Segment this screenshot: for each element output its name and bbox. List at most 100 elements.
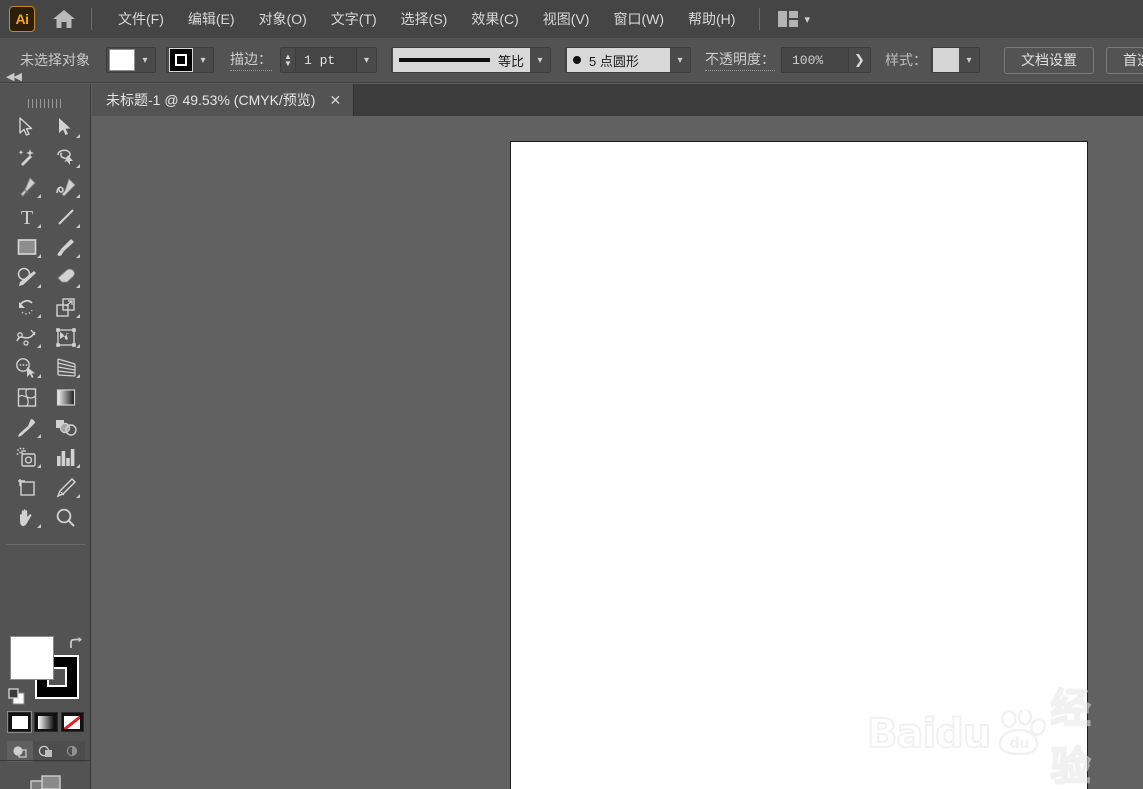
draw-normal-button[interactable] <box>7 741 33 762</box>
menu-object[interactable]: 对象(O) <box>247 0 319 38</box>
paint-mode-row <box>6 711 84 733</box>
magic-wand-tool[interactable] <box>7 142 46 172</box>
line-segment-tool[interactable] <box>46 202 85 232</box>
stroke-weight-label[interactable]: 描边： <box>230 49 272 71</box>
blend-tool[interactable] <box>46 412 85 442</box>
menu-edit[interactable]: 编辑(E) <box>176 0 247 38</box>
width-tool[interactable] <box>7 322 46 352</box>
type-tool[interactable]: T <box>7 202 46 232</box>
hand-tool[interactable] <box>7 502 46 532</box>
fill-color-swatch[interactable] <box>10 636 54 680</box>
gradient-tool[interactable] <box>46 382 85 412</box>
color-paint-button[interactable] <box>6 711 33 733</box>
opacity-expand-icon[interactable]: ❯ <box>849 47 871 73</box>
document-setup-button[interactable]: 文档设置 <box>1004 46 1094 74</box>
eraser-tool[interactable] <box>46 262 85 292</box>
tool-group-indicator-icon <box>37 344 41 348</box>
style-swatch[interactable] <box>933 48 959 72</box>
perspective-grid-tool[interactable] <box>46 352 85 382</box>
tool-group-indicator-icon <box>76 284 80 288</box>
document-tab[interactable]: 未标题-1 @ 49.53% (CMYK/预览) ✕ <box>92 84 355 116</box>
style-chevron-down-icon[interactable]: ▾ <box>959 48 979 72</box>
opacity-control[interactable]: 100% ❯ <box>781 47 871 73</box>
eyedropper-tool[interactable] <box>7 412 46 442</box>
double-chevron-left-icon[interactable]: ◀◀ <box>6 70 22 83</box>
stroke-weight-input[interactable]: 1 pt <box>295 47 357 73</box>
menu-file[interactable]: 文件(F) <box>106 0 176 38</box>
column-graph-tool[interactable] <box>46 442 85 472</box>
mesh-tool[interactable] <box>7 382 46 412</box>
stroke-profile-label: 等比 <box>497 53 524 69</box>
opacity-input[interactable]: 100% <box>781 47 849 73</box>
menu-effect[interactable]: 效果(C) <box>459 0 530 38</box>
fill-swatch[interactable] <box>109 49 135 71</box>
slice-tool[interactable] <box>46 472 85 502</box>
drag-grip-icon[interactable] <box>28 99 62 108</box>
rotate-tool[interactable] <box>7 292 46 322</box>
brush-definition-control[interactable]: 5 点圆形 ▾ <box>565 47 691 73</box>
tool-group-indicator-icon <box>76 194 80 198</box>
stroke-swatch-control[interactable]: ▾ <box>166 47 214 73</box>
canvas-area[interactable]: Baidu du 经验 jingyan.baidu.com <box>92 116 1143 789</box>
none-paint-button[interactable] <box>60 712 84 732</box>
screen-mode-icon <box>29 775 61 789</box>
zoom-tool[interactable] <box>46 502 85 532</box>
home-icon[interactable] <box>47 0 81 38</box>
menu-help[interactable]: 帮助(H) <box>676 0 747 38</box>
shaper-tool[interactable] <box>7 262 46 292</box>
stroke-weight-chevron-down-icon[interactable]: ▾ <box>357 47 377 73</box>
paintbrush-tool[interactable] <box>46 232 85 262</box>
stroke-chevron-down-icon[interactable]: ▾ <box>193 48 213 72</box>
fill-swatch-control[interactable]: ▾ <box>106 47 156 73</box>
tool-group-indicator-icon <box>76 464 80 468</box>
selection-tool[interactable] <box>7 112 46 142</box>
scale-tool[interactable] <box>46 292 85 322</box>
gradient-paint-button[interactable] <box>34 712 58 732</box>
swap-arrow-icon[interactable] <box>68 636 84 652</box>
stroke-weight-control[interactable]: ▲ ▼ 1 pt ▾ <box>280 47 377 73</box>
draw-behind-button[interactable] <box>33 741 59 762</box>
none-slash-icon <box>64 715 81 729</box>
tools-divider <box>6 544 85 545</box>
graphic-style-control[interactable]: ▾ <box>931 47 980 73</box>
tool-group-indicator-icon <box>76 374 80 378</box>
preferences-button[interactable]: 首选项 <box>1106 46 1143 74</box>
artboard-tool[interactable] <box>7 472 46 502</box>
artboard[interactable] <box>510 141 1088 789</box>
pen-tool[interactable] <box>7 172 46 202</box>
close-icon[interactable]: ✕ <box>329 92 341 109</box>
tool-group-indicator-icon <box>37 284 41 288</box>
default-fill-stroke-icon[interactable] <box>8 688 26 706</box>
svg-text:T: T <box>20 207 32 227</box>
stroke-profile-control[interactable]: 等比 ▾ <box>391 47 551 73</box>
workspace-switcher[interactable]: ▾ <box>772 11 816 27</box>
fill-stroke-proxy <box>8 550 88 705</box>
menu-window[interactable]: 窗口(W) <box>601 0 676 38</box>
direct-selection-tool[interactable] <box>46 112 85 142</box>
draw-inside-icon <box>66 745 78 757</box>
opacity-label[interactable]: 不透明度： <box>705 49 775 71</box>
app-logo-icon[interactable]: Ai <box>9 6 35 32</box>
illustrator-window: Ai 文件(F) 编辑(E) 对象(O) 文字(T) 选择(S) 效果(C) 视… <box>0 0 1143 789</box>
menu-type[interactable]: 文字(T) <box>319 0 389 38</box>
stroke-swatch[interactable] <box>169 48 193 72</box>
menu-view[interactable]: 视图(V) <box>531 0 602 38</box>
lasso-tool[interactable] <box>46 142 85 172</box>
tool-group-indicator-icon <box>37 224 41 228</box>
tools-panel-header: ◀◀ <box>0 71 90 108</box>
symbol-sprayer-tool[interactable] <box>7 442 46 472</box>
fill-chevron-down-icon[interactable]: ▾ <box>135 48 155 72</box>
free-transform-tool[interactable] <box>46 322 85 352</box>
rectangle-tool[interactable] <box>7 232 46 262</box>
draw-inside-button[interactable] <box>59 741 85 762</box>
curvature-tool[interactable] <box>46 172 85 202</box>
brush-chevron-down-icon[interactable]: ▾ <box>670 48 690 72</box>
shape-builder-tool[interactable] <box>7 352 46 382</box>
stroke-weight-stepper[interactable]: ▲ ▼ <box>280 47 295 73</box>
stroke-profile-chevron-down-icon[interactable]: ▾ <box>530 48 550 72</box>
draw-mode-row <box>7 741 85 762</box>
change-screen-mode-button[interactable] <box>0 772 91 789</box>
menu-select[interactable]: 选择(S) <box>389 0 460 38</box>
stroke-profile-preview-icon <box>399 58 490 62</box>
tool-group-indicator-icon <box>37 254 41 258</box>
